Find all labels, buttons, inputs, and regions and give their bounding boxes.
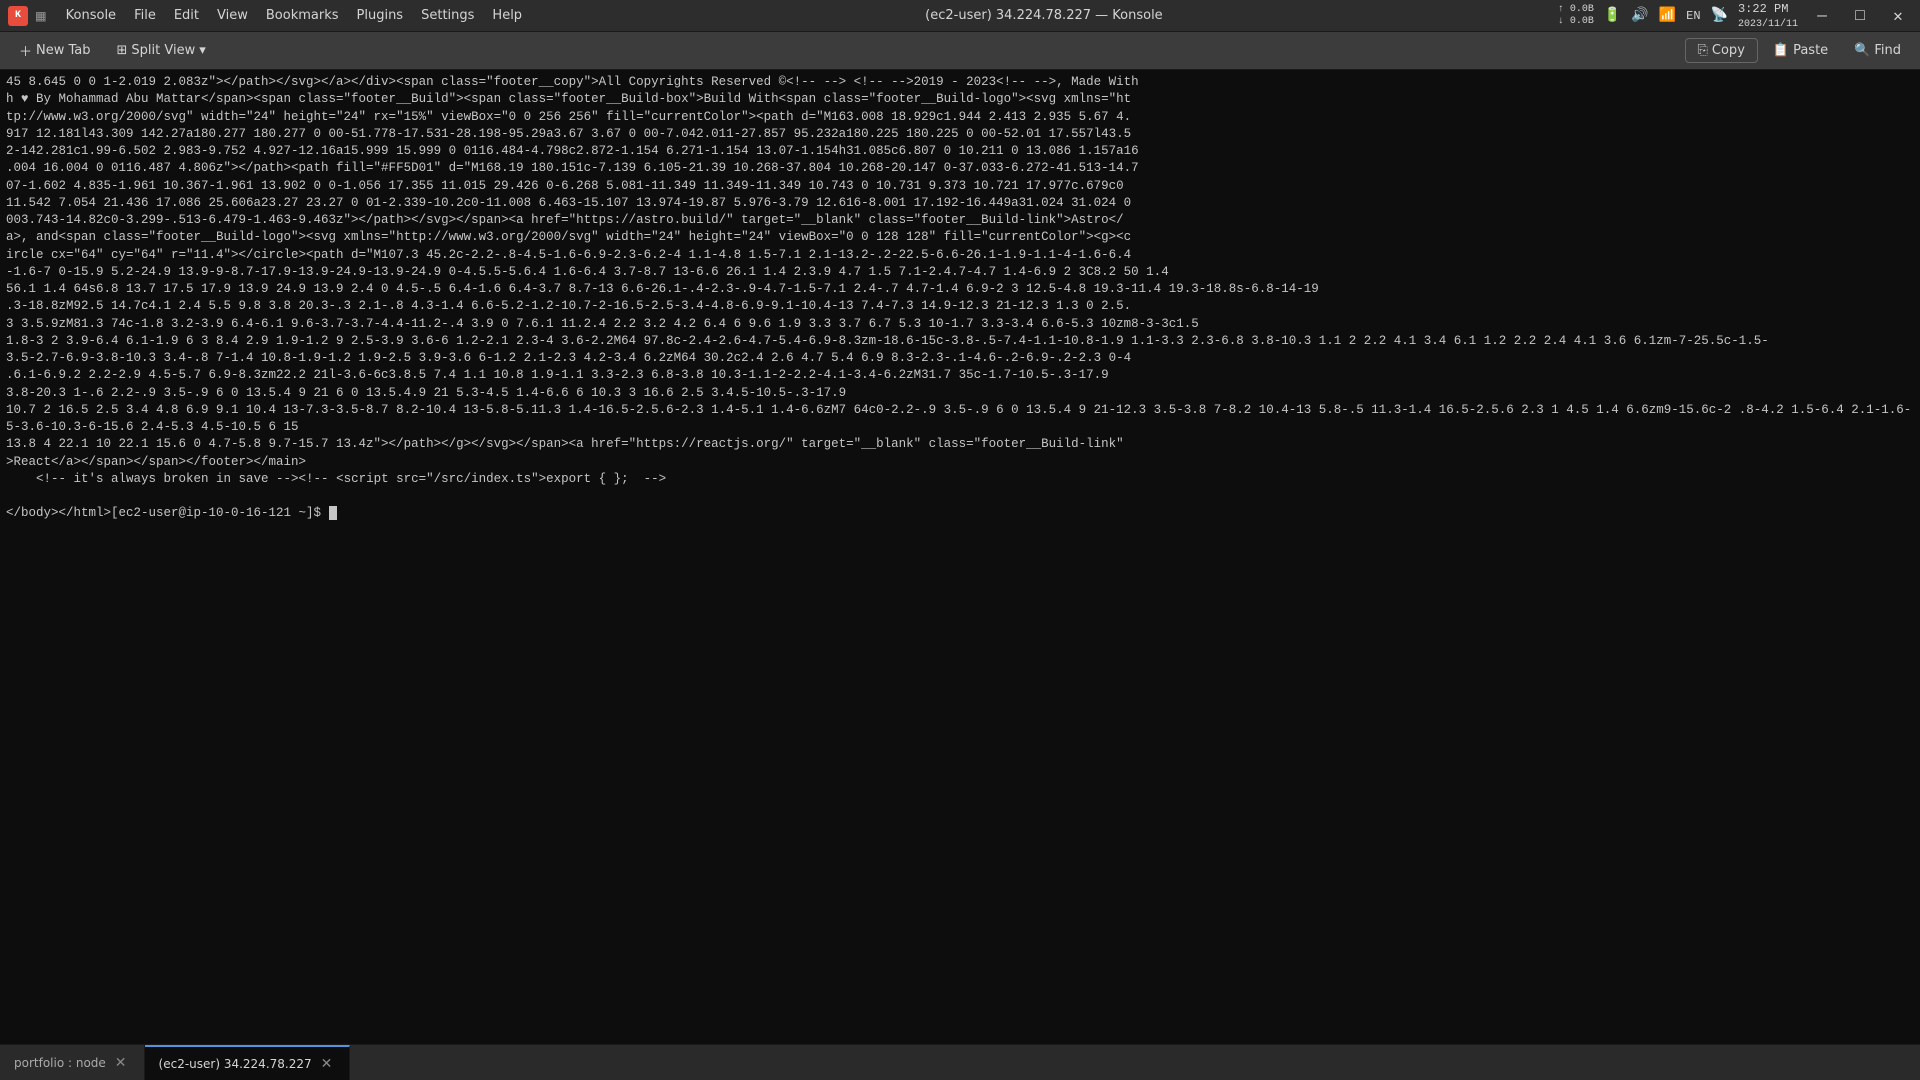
menu-settings[interactable]: Settings [413,4,482,27]
grid-icon: ▦ [36,6,46,26]
wifi-icon: 📡 [1711,7,1728,24]
toolbar-right: ⎘ Copy 📋 Paste 🔍 Find [1685,38,1913,63]
chevron-down-icon: ▾ [199,43,206,58]
menu-bar: Konsole File Edit View Bookmarks Plugins… [58,4,530,27]
tab-portfolio-close[interactable]: ✕ [112,1054,130,1072]
titlebar-left: K ▦ Konsole File Edit View Bookmarks Plu… [8,4,530,27]
clock: 3:22 PM 2023/11/11 [1738,2,1798,30]
terminal-area[interactable]: 45 8.645 0 0 1-2.019 2.083z"></path></sv… [0,70,1920,1044]
new-tab-button[interactable]: ＋ New Tab [8,36,102,65]
paste-icon: 📋 [1773,43,1789,58]
tab-ec2-close[interactable]: ✕ [318,1055,336,1073]
menu-edit[interactable]: Edit [166,4,207,27]
tab-portfolio-label: portfolio : node [14,1056,106,1070]
lang-indicator: EN [1686,9,1700,23]
toolbar: ＋ New Tab ⊞ Split View ▾ ⎘ Copy 📋 Paste … [0,32,1920,70]
find-label: Find [1874,43,1901,58]
network-stats: ↑ 0.0B ↓ 0.0B [1558,4,1594,27]
window-title: (ec2-user) 34.224.78.227 — Konsole [530,8,1558,23]
paste-label: Paste [1793,43,1828,58]
net-up: ↑ 0.0B [1558,4,1594,15]
network-icon: 📶 [1659,7,1676,24]
paste-button[interactable]: 📋 Paste [1762,38,1839,63]
menu-help[interactable]: Help [484,4,530,27]
copy-label: Copy [1712,43,1745,58]
menu-konsole[interactable]: Konsole [58,4,124,27]
titlebar: K ▦ Konsole File Edit View Bookmarks Plu… [0,0,1920,32]
copy-button[interactable]: ⎘ Copy [1685,38,1758,63]
app-icon: K [8,6,28,26]
tab-ec2-label: (ec2-user) 34.224.78.227 [159,1057,312,1071]
menu-plugins[interactable]: Plugins [349,4,412,27]
split-view-label: Split View [131,43,195,58]
split-icon: ⊞ [117,43,128,58]
find-button[interactable]: 🔍 Find [1843,38,1912,63]
new-tab-label: New Tab [36,43,91,58]
menu-file[interactable]: File [126,4,164,27]
tabbar: portfolio : node ✕ (ec2-user) 34.224.78.… [0,1044,1920,1080]
terminal-output: 45 8.645 0 0 1-2.019 2.083z"></path></sv… [6,74,1914,523]
minimize-button[interactable]: — [1808,2,1836,30]
cursor [329,506,337,520]
copy-icon: ⎘ [1698,43,1708,58]
battery-icon: 🔋 [1604,7,1621,24]
menu-bookmarks[interactable]: Bookmarks [258,4,347,27]
tab-portfolio[interactable]: portfolio : node ✕ [0,1045,145,1080]
close-button[interactable]: ✕ [1884,2,1912,30]
plus-icon: ＋ [19,41,32,60]
search-icon: 🔍 [1854,43,1870,58]
split-view-button[interactable]: ⊞ Split View ▾ [106,38,217,63]
maximize-button[interactable]: □ [1846,2,1874,30]
menu-view[interactable]: View [209,4,256,27]
net-down: ↓ 0.0B [1558,16,1594,27]
titlebar-right: ↑ 0.0B ↓ 0.0B 🔋 🔊 📶 EN 📡 3:22 PM 2023/11… [1558,2,1912,30]
audio-icon: 🔊 [1631,7,1648,24]
tab-ec2[interactable]: (ec2-user) 34.224.78.227 ✕ [145,1045,351,1080]
window-icon: ▦ [36,6,46,26]
